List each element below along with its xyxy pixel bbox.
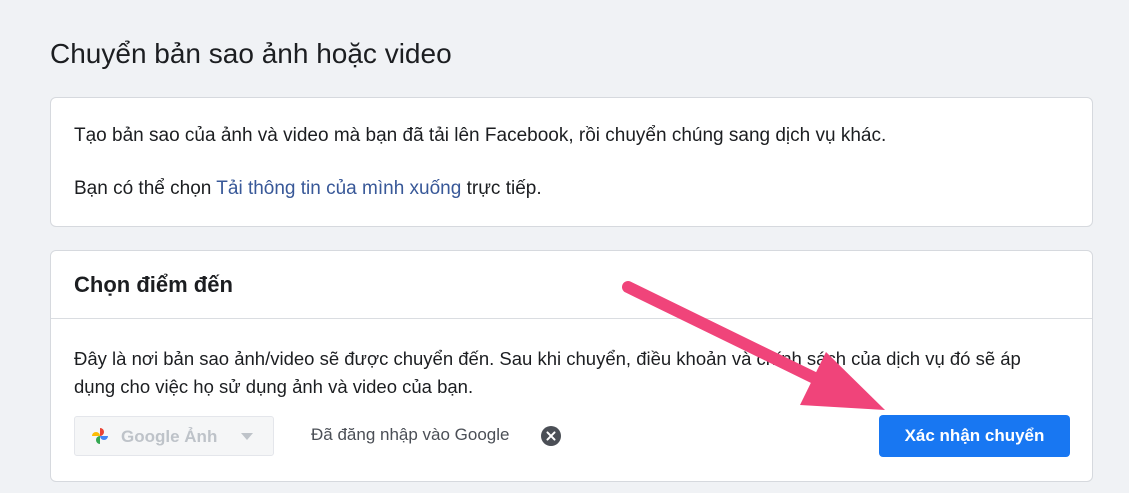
disconnect-close-icon[interactable] [541,426,561,446]
download-info-prefix: Bạn có thể chọn [74,178,217,199]
destination-header: Chọn điểm đến [51,251,1092,319]
destination-card: Chọn điểm đến Đây là nơi bản sao ảnh/vid… [50,250,1093,482]
destination-title: Chọn điểm đến [74,272,233,297]
transfer-page: Chuyển bản sao ảnh hoặc video Tạo bản sa… [0,0,1129,493]
intro-card: Tạo bản sao của ảnh và video mà bạn đã t… [50,97,1093,227]
signed-in-status: Đã đăng nhập vào Google [311,425,510,444]
download-info-suffix: trực tiếp. [461,178,542,199]
destination-description: Đây là nơi bản sao ảnh/video sẽ được chu… [74,348,1021,397]
download-your-information-link[interactable]: Tải thông tin của mình xuống [216,178,461,199]
chevron-down-icon [241,433,253,440]
intro-description: Tạo bản sao của ảnh và video mà bạn đã t… [74,125,887,146]
page-title: Chuyển bản sao ảnh hoặc video [50,38,452,69]
confirm-transfer-button[interactable]: Xác nhận chuyển [879,415,1070,457]
destination-select[interactable]: Google Ảnh [74,416,274,456]
selected-service-label: Google Ảnh [121,427,218,446]
google-photos-pinwheel-icon [92,428,108,444]
download-info-line: Bạn có thể chọn Tải thông tin của mình x… [74,178,542,200]
